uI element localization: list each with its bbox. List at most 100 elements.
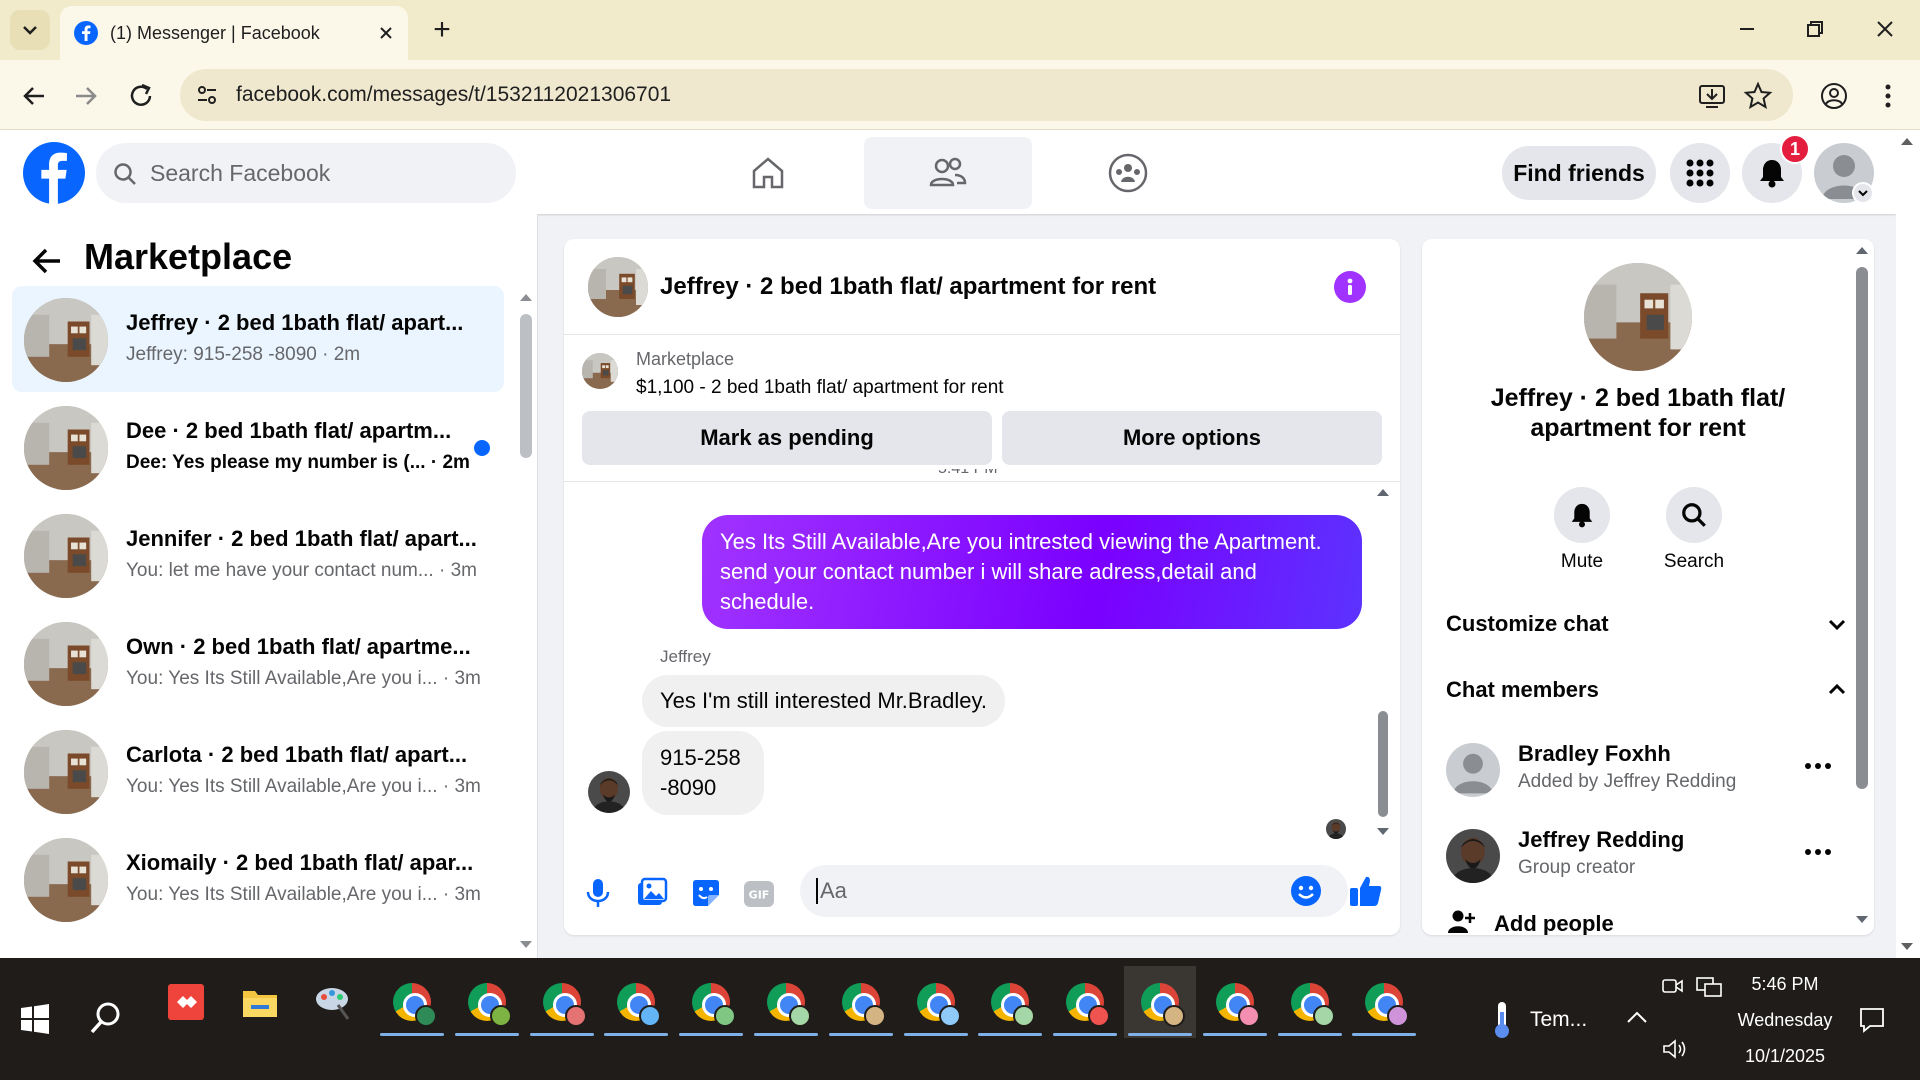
taskbar-app-chrome-window[interactable]: [451, 966, 523, 1038]
sender-avatar[interactable]: [588, 771, 630, 813]
taskbar-app-chrome-window[interactable]: [1199, 966, 1271, 1038]
emoji-icon[interactable]: [1290, 875, 1322, 907]
new-tab-button[interactable]: +: [424, 12, 460, 48]
browser-tab[interactable]: (1) Messenger | Facebook: [60, 6, 408, 60]
taskbar-app-paint[interactable]: [298, 966, 370, 1038]
more-vertical-icon[interactable]: [1872, 80, 1904, 112]
facebook-search-input[interactable]: Search Facebook: [96, 143, 516, 203]
install-app-icon[interactable]: [1696, 80, 1728, 112]
restore-window-button[interactable]: [1800, 14, 1830, 44]
clock-time[interactable]: 5:46 PM: [1738, 974, 1832, 995]
weather-thermometer-icon[interactable]: [1490, 1000, 1514, 1040]
scroll-down-arrow-icon[interactable]: [1855, 915, 1869, 925]
taskbar-app-chrome-window[interactable]: [1049, 966, 1121, 1038]
chat-member-item[interactable]: Bradley Foxhh Added by Jeffrey Redding: [1446, 739, 1846, 799]
more-horizontal-icon[interactable]: [1804, 847, 1832, 857]
customize-chat-row[interactable]: Customize chat: [1446, 605, 1846, 645]
account-menu-chevron[interactable]: [1852, 182, 1874, 204]
back-arrow-icon[interactable]: [18, 80, 50, 112]
add-people-row[interactable]: Add people: [1446, 905, 1846, 935]
taskbar-app-chrome-window[interactable]: [1274, 966, 1346, 1038]
close-tab-icon[interactable]: [378, 25, 394, 41]
chat-header-title[interactable]: Jeffrey · 2 bed 1bath flat/ apartment fo…: [660, 273, 1156, 301]
details-scrollbar-thumb[interactable]: [1856, 267, 1868, 789]
scroll-up-arrow-icon[interactable]: [1900, 136, 1914, 146]
scroll-down-arrow-icon[interactable]: [1900, 942, 1914, 952]
conversation-info-button[interactable]: [1334, 271, 1366, 303]
conversation-list-item[interactable]: Jeffrey · 2 bed 1bath flat/ apart... Jeff…: [12, 286, 504, 392]
taskbar-app-chrome-window[interactable]: [600, 966, 672, 1038]
scroll-up-arrow-icon[interactable]: [1855, 245, 1869, 255]
address-bar[interactable]: facebook.com/messages/t/1532112021306701: [180, 69, 1793, 121]
bookmark-star-icon[interactable]: [1742, 80, 1774, 112]
taskbar-app-chrome-window[interactable]: [376, 966, 448, 1038]
listing-thumbnail[interactable]: [582, 353, 618, 389]
menu-grid-button[interactable]: [1670, 143, 1730, 203]
taskbar-app-chrome-window[interactable]: [1348, 966, 1420, 1038]
photo-icon[interactable]: [636, 877, 668, 909]
taskbar-app-file-explorer[interactable]: [224, 966, 296, 1038]
mark-as-pending-button[interactable]: Mark as pending: [582, 411, 992, 465]
microphone-icon[interactable]: [584, 877, 612, 909]
taskbar-app-chrome-window[interactable]: [750, 966, 822, 1038]
taskbar-search-icon[interactable]: [88, 1000, 124, 1036]
taskbar-app-chrome-window[interactable]: [825, 966, 897, 1038]
mute-button[interactable]: Mute: [1552, 487, 1612, 577]
conversation-list-item[interactable]: Xiomaily · 2 bed 1bath flat/ apar... You:…: [12, 826, 504, 932]
close-window-button[interactable]: [1870, 14, 1900, 44]
network-icon[interactable]: [1696, 976, 1722, 998]
clock-day[interactable]: Wednesday: [1730, 1010, 1840, 1031]
taskbar-app-chrome-window[interactable]: [526, 966, 598, 1038]
more-options-button[interactable]: More options: [1002, 411, 1382, 465]
back-arrow-icon[interactable]: [30, 244, 64, 278]
incoming-message-bubble[interactable]: Yes I'm still interested Mr.Bradley.: [642, 675, 1005, 727]
incoming-message-bubble[interactable]: 915-258 -8090: [642, 731, 764, 815]
meet-now-icon[interactable]: [1662, 976, 1684, 996]
profile-icon[interactable]: [1818, 80, 1850, 112]
forward-arrow-icon[interactable]: [70, 80, 102, 112]
taskbar-app-anydesk[interactable]: [150, 966, 222, 1038]
tab-list-dropdown-button[interactable]: [10, 10, 50, 50]
conversation-scrollbar-thumb[interactable]: [520, 314, 532, 458]
details-avatar[interactable]: [1584, 263, 1692, 371]
taskbar-app-chrome-window[interactable]: [675, 966, 747, 1038]
find-friends-button[interactable]: Find friends: [1502, 146, 1656, 200]
conversation-list-item[interactable]: Jennifer · 2 bed 1bath flat/ apart... You…: [12, 502, 504, 608]
chat-header-avatar[interactable]: [588, 257, 648, 317]
like-thumbs-up-icon[interactable]: [1348, 873, 1384, 909]
nav-groups-tab[interactable]: [1048, 137, 1208, 209]
message-input[interactable]: Aa: [800, 865, 1348, 917]
notification-center-icon[interactable]: [1858, 1006, 1886, 1034]
windows-start-icon[interactable]: [20, 1004, 50, 1034]
more-horizontal-icon[interactable]: [1804, 761, 1832, 771]
scroll-up-arrow-icon[interactable]: [519, 292, 533, 302]
listing-title[interactable]: $1,100 - 2 bed 1bath flat/ apartment for…: [636, 377, 1004, 399]
minimize-window-button[interactable]: [1732, 14, 1762, 44]
sticker-icon[interactable]: [690, 877, 722, 909]
chat-scrollbar-thumb[interactable]: [1378, 711, 1388, 817]
outgoing-message-bubble[interactable]: Yes Its Still Available,Are you intreste…: [702, 515, 1362, 629]
scroll-up-arrow-icon[interactable]: [1376, 487, 1390, 497]
chat-member-item[interactable]: Jeffrey Redding Group creator: [1446, 825, 1846, 885]
conversation-list-item[interactable]: Carlota · 2 bed 1bath flat/ apart... You:…: [12, 718, 504, 824]
volume-icon[interactable]: [1662, 1038, 1688, 1060]
facebook-logo[interactable]: [23, 142, 85, 204]
nav-home-tab[interactable]: [688, 137, 848, 209]
scroll-down-arrow-icon[interactable]: [1376, 827, 1390, 837]
conversation-list-item[interactable]: Own · 2 bed 1bath flat/ apartme... You: Y…: [12, 610, 504, 716]
clock-date[interactable]: 10/1/2025: [1736, 1046, 1834, 1067]
taskbar-app-chrome-window[interactable]: [974, 966, 1046, 1038]
conversation-list-item[interactable]: Dee · 2 bed 1bath flat/ apartm... Dee: Ye…: [12, 394, 504, 500]
taskbar-app-chrome-window[interactable]: [1124, 966, 1196, 1038]
nav-friends-tab[interactable]: [864, 137, 1032, 209]
reload-icon[interactable]: [125, 80, 157, 112]
chat-members-row[interactable]: Chat members: [1446, 671, 1846, 711]
taskbar-app-chrome-window[interactable]: [900, 966, 972, 1038]
scroll-down-arrow-icon[interactable]: [519, 940, 533, 950]
gif-button[interactable]: GIF: [744, 881, 774, 907]
search-in-conversation-button[interactable]: Search: [1654, 487, 1734, 577]
site-settings-icon[interactable]: [194, 82, 220, 108]
page-scrollbar-track[interactable]: [1896, 130, 1920, 958]
show-hidden-icons-chevron[interactable]: [1626, 1010, 1648, 1024]
weather-label[interactable]: Tem...: [1530, 1008, 1587, 1032]
